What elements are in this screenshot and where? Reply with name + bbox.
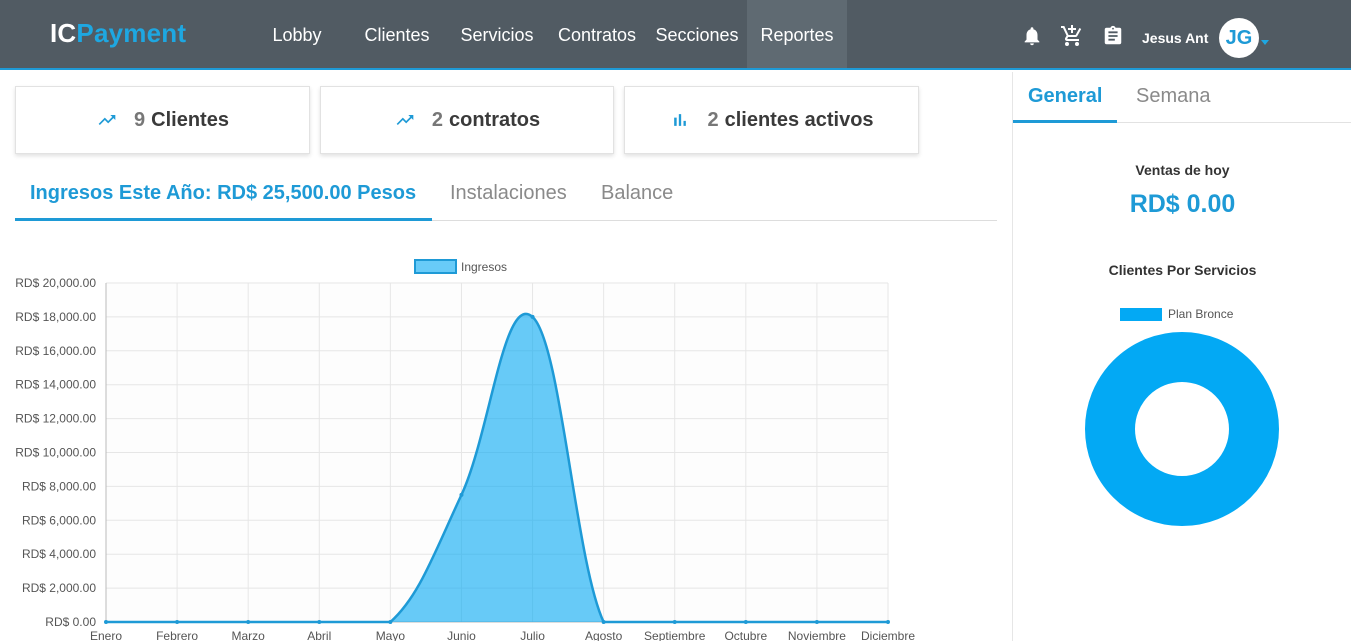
x-tick-label: Agosto <box>585 629 623 641</box>
tab-general[interactable]: General <box>1013 72 1117 123</box>
sales-today-label: Ventas de hoy <box>1135 162 1230 178</box>
brand-part-ic: IC <box>50 18 77 48</box>
chevron-down-icon[interactable] <box>1261 40 1269 45</box>
x-tick-label: Abril <box>307 629 331 641</box>
avatar[interactable]: JG <box>1219 18 1259 58</box>
y-tick-label: RD$ 6,000.00 <box>22 513 96 527</box>
nav-item-clientes[interactable]: Clientes <box>352 0 442 68</box>
user-name[interactable]: Jesus Ant <box>1142 30 1208 46</box>
nav-item-servicios[interactable]: Servicios <box>452 0 542 68</box>
y-tick-label: RD$ 20,000.00 <box>15 276 96 290</box>
clipboard-icon[interactable] <box>1102 25 1124 47</box>
stat-label: contratos <box>449 108 541 131</box>
tab-balance[interactable]: Balance <box>601 170 673 221</box>
x-tick-label: Enero <box>90 629 122 641</box>
tab-instalaciones[interactable]: Instalaciones <box>450 170 567 221</box>
sales-today-value: RD$ 0.00 <box>1129 190 1236 218</box>
data-point <box>317 620 322 624</box>
x-tick-label: Diciembre <box>861 629 915 641</box>
y-tick-label: RD$ 2,000.00 <box>22 581 96 595</box>
y-tick-label: RD$ 12,000.00 <box>15 412 96 426</box>
stat-number: 9 <box>134 108 146 131</box>
x-tick-label: Julio <box>520 629 545 641</box>
data-point <box>672 620 677 624</box>
y-tick-label: RD$ 16,000.00 <box>15 344 96 358</box>
side-tabs: General Semana <box>1013 72 1351 123</box>
bell-icon[interactable] <box>1021 25 1043 47</box>
donut-slice[interactable] <box>1085 332 1279 526</box>
nav-item-contratos[interactable]: Contratos <box>552 0 642 68</box>
legend-label: Plan Bronce <box>1168 307 1234 321</box>
brand-logo[interactable]: ICPayment <box>50 18 186 49</box>
data-point <box>530 314 535 319</box>
stat-number: 2 <box>431 108 443 131</box>
x-tick-label: Junio <box>447 629 476 641</box>
data-point <box>388 620 393 624</box>
cart-add-icon[interactable] <box>1060 24 1084 48</box>
bar-chart-icon <box>674 114 687 126</box>
top-navbar: ICPayment Lobby Clientes Servicios Contr… <box>0 0 1351 70</box>
donut-legend[interactable]: Plan Bronce <box>1120 307 1233 321</box>
data-point <box>104 620 108 624</box>
income-area-chart: RD$ 20,000.00 RD$ 18,000.00 RD$ 16,000.00 R… <box>15 259 915 641</box>
tab-ingresos[interactable]: Ingresos Este Año: RD$ 25,500.00 Pesos <box>15 170 432 221</box>
tab-semana[interactable]: Semana <box>1121 72 1226 123</box>
y-tick-label: RD$ 0.00 <box>45 615 96 629</box>
x-tick-label: Septiembre <box>644 629 706 641</box>
data-point <box>886 620 890 624</box>
stat-label: clientes activos <box>724 108 874 131</box>
data-point <box>246 620 251 624</box>
legend-label: Ingresos <box>461 260 507 274</box>
nav-item-lobby[interactable]: Lobby <box>257 0 337 68</box>
nav-item-secciones[interactable]: Secciones <box>649 0 745 68</box>
legend-swatch <box>1120 307 1162 321</box>
data-point <box>601 620 606 624</box>
x-tick-label: Noviembre <box>788 629 846 641</box>
clients-per-service-label: Clientes Por Servicios <box>1108 262 1257 278</box>
clients-donut-chart <box>1085 332 1279 526</box>
y-tick-label: RD$ 14,000.00 <box>15 378 96 392</box>
report-tabs: Ingresos Este Año: RD$ 25,500.00 Pesos I… <box>15 170 997 221</box>
y-tick-label: RD$ 8,000.00 <box>22 479 96 493</box>
legend-swatch <box>414 259 457 274</box>
x-tick-label: Marzo <box>232 629 266 641</box>
x-tick-label: Mayo <box>376 629 406 641</box>
trending-up-icon <box>98 115 116 125</box>
y-tick-label: RD$ 4,000.00 <box>22 547 96 561</box>
stat-label: Clientes <box>151 108 229 131</box>
stat-card-clientes[interactable]: 9 Clientes <box>15 86 310 154</box>
stat-card-clientes-activos[interactable]: 2 clientes activos <box>624 86 919 154</box>
stat-number: 2 <box>707 108 719 131</box>
y-tick-label: RD$ 10,000.00 <box>15 446 96 460</box>
nav-item-reportes[interactable]: Reportes <box>747 0 847 68</box>
x-tick-label: Febrero <box>156 629 198 641</box>
trending-up-icon <box>396 115 414 125</box>
data-point <box>175 620 180 624</box>
data-point <box>743 620 748 624</box>
stat-card-contratos[interactable]: 2 contratos <box>320 86 614 154</box>
y-tick-label: RD$ 18,000.00 <box>15 310 96 324</box>
side-panel: General Semana Ventas de hoy RD$ 0.00 Cl… <box>1012 72 1351 641</box>
brand-part-payment: Payment <box>76 18 187 48</box>
data-point <box>459 492 464 497</box>
x-tick-label: Octubre <box>724 629 767 641</box>
data-point <box>814 620 819 624</box>
